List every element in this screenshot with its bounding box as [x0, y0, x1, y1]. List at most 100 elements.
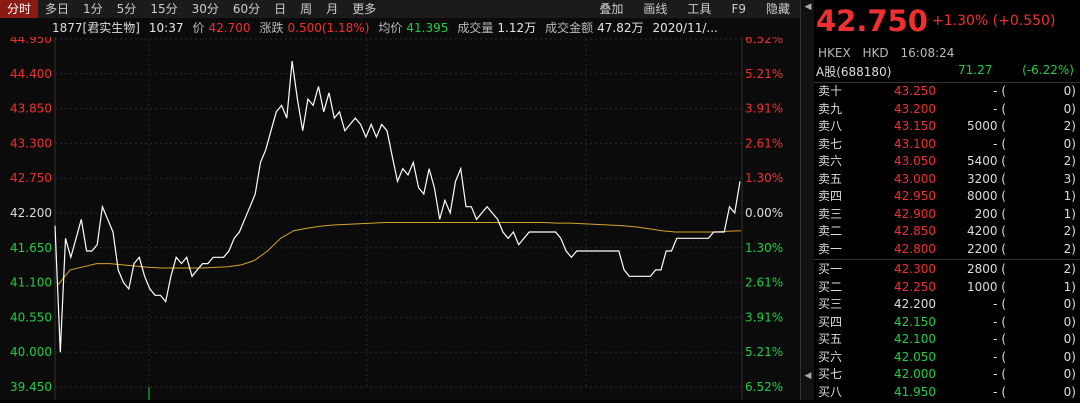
ask-orders: 0): [1063, 101, 1076, 116]
y-pct-label: 2.61%: [745, 136, 783, 150]
bid-row[interactable]: 买二 42.250 1000 (1): [814, 279, 1080, 297]
tab-more[interactable]: 更多: [345, 0, 383, 18]
a-share-price: 71.27: [958, 63, 993, 77]
quote-panel: 42.750 +1.30% (+0.550) HKEX HKD 16:08:24…: [814, 0, 1080, 400]
a-share-name: A股(688180): [816, 65, 892, 79]
bid-orders: 1): [1063, 279, 1076, 294]
scroll-up-icon[interactable]: ◀: [803, 1, 813, 13]
bid-vol: - (: [993, 349, 1006, 364]
f9-button[interactable]: F9: [721, 0, 756, 18]
ask-name: 卖十: [818, 84, 843, 98]
tab-1min[interactable]: 1分: [76, 0, 110, 18]
ask-row[interactable]: 卖四 42.950 8000 (1): [814, 188, 1080, 206]
price-label: 价: [192, 21, 205, 35]
quote-meta: HKEX HKD 16:08:24: [818, 46, 962, 60]
y-tick-label: 43.300: [10, 136, 52, 150]
tab-60min[interactable]: 60分: [226, 0, 267, 18]
ask-orders: 1): [1063, 206, 1076, 221]
tab-intraday[interactable]: 分时: [0, 0, 39, 18]
ask-orders: 0): [1063, 84, 1076, 98]
chart-scrollbar[interactable]: ◀ ◀: [800, 0, 815, 400]
tools-button[interactable]: 工具: [677, 0, 721, 18]
y-pct-label: 1.30%: [745, 171, 783, 185]
quote-time: 16:08:24: [900, 46, 955, 60]
ask-name: 卖二: [818, 224, 843, 238]
ask-row[interactable]: 卖二 42.850 4200 (2): [814, 223, 1080, 241]
bid-orders: 0): [1063, 332, 1076, 346]
y-pct-label: 0.00%: [745, 206, 783, 220]
bid-name: 买一: [818, 262, 843, 276]
tab-5min[interactable]: 5分: [110, 0, 144, 18]
bid-row[interactable]: 买七 42.000- (0): [814, 366, 1080, 384]
ask-name: 卖六: [818, 154, 843, 168]
volume-value: 1.12万: [497, 21, 537, 35]
intraday-chart[interactable]: 44.950 6.52% 44.400 5.21% 43.850 3.91% 43.300 2…: [0, 32, 800, 400]
bid-book: 买一 42.300 2800 (2) 买二 42.250 1000 (1) 买三 42.200…: [814, 261, 1080, 401]
ask-row[interactable]: 卖七 43.100- (0): [814, 136, 1080, 154]
info-time: 10:37: [148, 20, 184, 35]
bid-vol: 1000 (: [966, 279, 1006, 294]
avg-label: 均价: [378, 21, 403, 35]
draw-line-button[interactable]: 画线: [633, 0, 677, 18]
ask-name: 卖三: [818, 206, 843, 221]
bid-name: 买七: [818, 367, 843, 381]
ask-row[interactable]: 卖九 43.200- (0): [814, 101, 1080, 119]
bid-orders: 0): [1063, 297, 1076, 311]
y-pct-label: 5.21%: [745, 67, 783, 81]
scroll-down-icon[interactable]: ◀: [803, 370, 813, 382]
bid-orders: 0): [1063, 367, 1076, 381]
bid-row[interactable]: 买八 41.950- (0): [814, 384, 1080, 402]
bid-row[interactable]: 买三 42.200- (0): [814, 296, 1080, 314]
y-pct-label: 3.91%: [745, 102, 783, 116]
tab-day[interactable]: 日: [267, 0, 293, 18]
ask-orders: 1): [1063, 189, 1076, 203]
bid-vol: - (: [993, 332, 1006, 346]
tab-month[interactable]: 月: [319, 0, 345, 18]
hide-button[interactable]: 隐藏: [756, 0, 800, 18]
bid-row[interactable]: 买五 42.100- (0): [814, 331, 1080, 349]
bid-name: 买八: [818, 384, 843, 399]
y-pct-label: 6.52%: [745, 37, 783, 46]
ask-vol: - (: [993, 84, 1006, 98]
ask-row[interactable]: 卖六 43.050 5400 (2): [814, 153, 1080, 171]
bid-row[interactable]: 买六 42.050- (0): [814, 349, 1080, 367]
ask-book: 卖十 43.250- (0) 卖九 43.200- (0) 卖八 43.150 5000 (…: [814, 83, 1080, 258]
tab-multi-day[interactable]: 多日: [38, 0, 76, 18]
tab-15min[interactable]: 15分: [143, 0, 184, 18]
bid-row[interactable]: 买四 42.150- (0): [814, 314, 1080, 332]
y-tick-label: 43.850: [10, 102, 52, 116]
y-tick-label: 39.450: [10, 380, 52, 394]
tab-30min[interactable]: 30分: [185, 0, 226, 18]
ask-vol: 4200 (: [966, 224, 1006, 238]
bid-vol: - (: [993, 367, 1006, 381]
ask-orders: 2): [1063, 119, 1076, 133]
a-share-row[interactable]: A股(688180) 71.27 (-6.22%): [816, 63, 1078, 79]
ask-row[interactable]: 卖五 43.000 3200 (3): [814, 171, 1080, 189]
chart-svg: 44.950 6.52% 44.400 5.21% 43.850 3.91% 43.300 2…: [10, 32, 783, 400]
ask-name: 卖八: [818, 119, 843, 133]
bid-orders: 2): [1063, 262, 1076, 276]
ask-row[interactable]: 卖一 42.800 2200 (2): [814, 241, 1080, 259]
bid-vol: 2800 (: [966, 262, 1006, 276]
y-tick-label: 40.550: [10, 310, 52, 324]
bid-vol: - (: [993, 297, 1006, 311]
ask-vol: 5000 (: [966, 119, 1006, 133]
bid-orders: 0): [1063, 349, 1076, 364]
ask-row[interactable]: 卖三 42.900 200 (1): [814, 206, 1080, 224]
price-change: +1.30% (+0.550): [932, 13, 1055, 29]
ask-vol: 2200 (: [966, 241, 1006, 256]
ask-row[interactable]: 卖八 43.150 5000 (2): [814, 118, 1080, 136]
bid-name: 买四: [818, 314, 843, 329]
bid-row[interactable]: 买一 42.300 2800 (2): [814, 261, 1080, 279]
ask-orders: 2): [1063, 154, 1076, 168]
y-tick-label: 42.200: [10, 206, 52, 220]
avg-value: 41.395: [406, 20, 449, 35]
price-change-abs: (+0.550): [992, 13, 1056, 29]
price-change-pct: +1.30%: [932, 13, 989, 29]
overlay-button[interactable]: 叠加: [589, 0, 633, 18]
currency-label: HKD: [862, 46, 889, 60]
ask-row[interactable]: 卖十 43.250- (0): [814, 83, 1080, 101]
tab-week[interactable]: 周: [293, 0, 319, 18]
ask-vol: 200 (: [974, 206, 1006, 221]
price-line: [54, 61, 741, 353]
